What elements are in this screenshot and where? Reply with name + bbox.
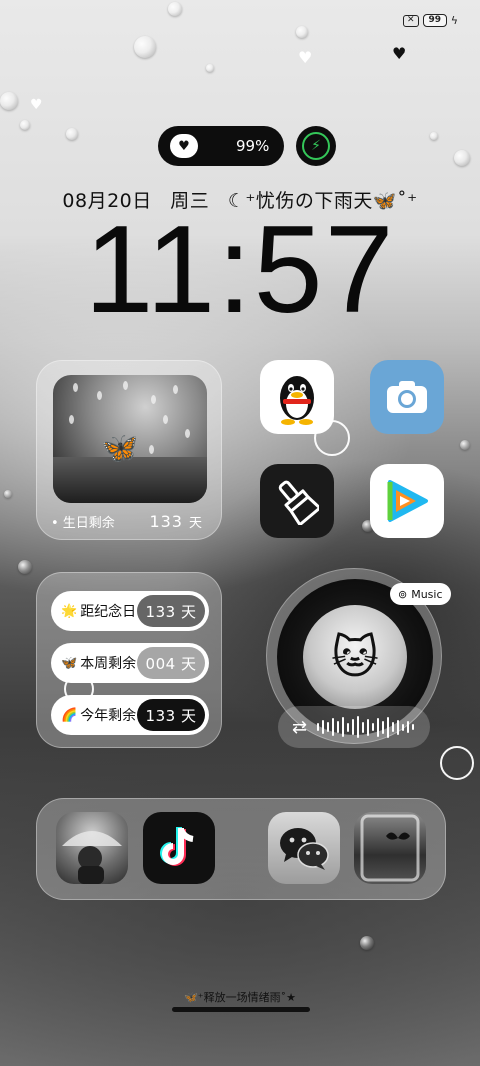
tencent-video-app[interactable] — [370, 464, 444, 538]
video-play-icon — [387, 480, 428, 522]
album-art: 🐱 — [303, 605, 407, 709]
battery-icon: 99 — [422, 14, 447, 27]
x-box-icon: ✕ — [402, 14, 419, 27]
brush-icon — [278, 480, 319, 525]
butterfly-icon: 🦋 — [101, 431, 139, 466]
battery-percent: 99% — [236, 137, 270, 155]
rainbow-icon: 🌈 — [61, 707, 78, 723]
home-indicator[interactable] — [172, 1007, 310, 1012]
countdown-value: 133 天 — [137, 595, 205, 627]
netease-icon: ⊚ — [398, 587, 408, 601]
countdown-row-week: 🦋 本周剩余 004 天 — [51, 643, 209, 683]
butterfly-window-icon — [360, 814, 420, 882]
heart-icon: ♥ — [30, 97, 43, 113]
countdown-value: 004 天 — [137, 647, 205, 679]
tiktok-app[interactable] — [143, 812, 215, 884]
bolt-icon: ϟ — [450, 14, 458, 27]
battery-pill[interactable]: ♥ 99% — [158, 126, 284, 166]
wechat-icon — [280, 828, 329, 870]
charging-indicator[interactable]: ⚡ — [296, 126, 336, 166]
wechat-app[interactable] — [268, 812, 340, 884]
album-app[interactable] — [56, 812, 128, 884]
countdown-label: 距纪念日 — [80, 604, 137, 620]
tiktok-icon — [160, 827, 194, 866]
cleaner-app[interactable] — [260, 464, 334, 538]
gallery-app[interactable] — [354, 812, 426, 884]
countdown-widget[interactable]: 🌟 距纪念日 133 天 🦋 本周剩余 004 天 🌈 今年剩余 133 天 — [36, 572, 222, 748]
camera-app[interactable] — [370, 360, 444, 434]
countdown-label: 本周剩余 — [80, 656, 137, 672]
footer-text: 🦋⁺释放一场情绪雨˚★ — [184, 991, 296, 1004]
heart-cloud-icon: ♥ — [170, 134, 198, 158]
camera-icon — [387, 381, 427, 413]
countdown-value: 133 天 — [137, 699, 205, 731]
countdown-row-anniversary: 🌟 距纪念日 133 天 — [51, 591, 209, 631]
ring-decoration — [314, 420, 350, 456]
heart-icon: ♥ — [298, 48, 313, 67]
photo-countdown-widget[interactable]: 🦋 • 生日剩余 133 天 — [36, 360, 222, 540]
countdown-row-year: 🌈 今年剩余 133 天 — [51, 695, 209, 735]
audio-waveform — [317, 715, 415, 739]
umbrella-photo-icon — [62, 831, 122, 884]
star-icon: 🌟 — [61, 603, 78, 619]
qq-penguin-icon — [280, 376, 314, 425]
countdown-label: 今年剩余 — [80, 708, 137, 724]
butterfly-icon: 🦋 — [61, 655, 78, 671]
status-bar: ✕ 99 ϟ — [402, 14, 458, 27]
music-tag[interactable]: ⊚ Music — [390, 583, 451, 605]
music-controls[interactable]: ⇄ — [278, 706, 430, 748]
birthday-label: • 生日剩余 — [51, 516, 115, 531]
heart-icon: ♥ — [392, 44, 407, 63]
shuffle-icon[interactable]: ⇄ — [292, 717, 307, 738]
rain-photo: 🦋 — [53, 375, 207, 503]
birthday-value: 133 天 — [149, 512, 203, 531]
charging-icon: ⚡ — [302, 132, 330, 160]
clock-time[interactable]: 11:57 — [0, 208, 480, 332]
ring-decoration — [440, 746, 474, 780]
